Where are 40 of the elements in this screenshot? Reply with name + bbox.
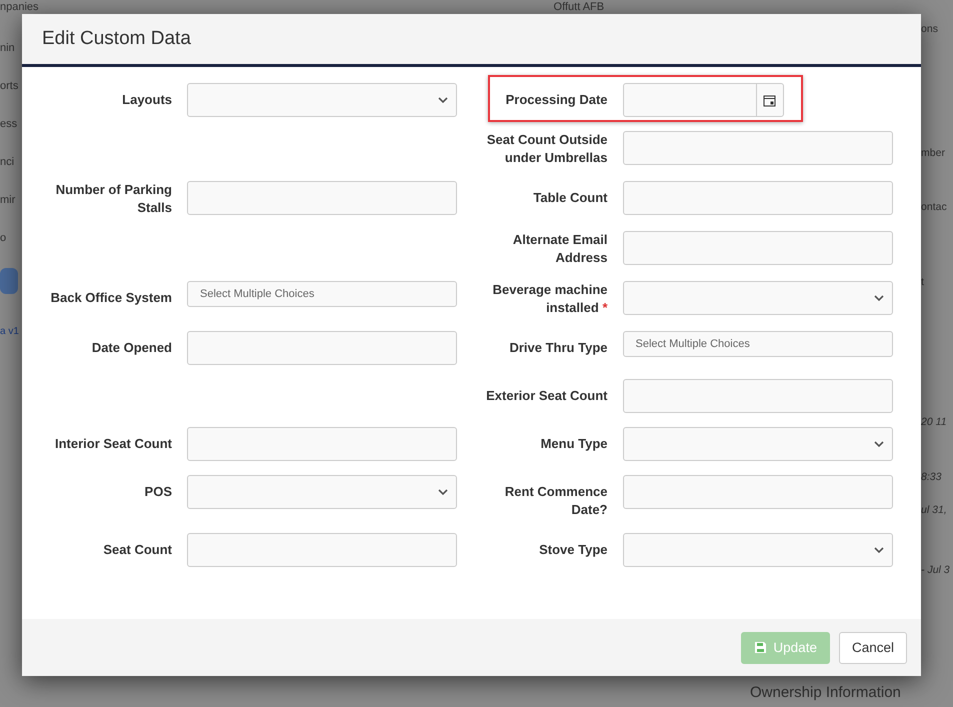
sidebar-item[interactable]: nin	[0, 40, 22, 56]
field-label: Processing Date	[504, 91, 608, 109]
sidebar-item[interactable]: o	[0, 230, 22, 246]
panel-text: mber	[921, 146, 946, 160]
panel-text: t	[921, 275, 925, 289]
panel-text: - Jul 3	[921, 563, 951, 577]
field-label: Table Count	[532, 189, 608, 207]
field-label: Layouts	[121, 91, 172, 109]
section-heading: Ownership Information	[750, 684, 902, 701]
field-label: Seat Count Outside under Umbrellas	[486, 131, 608, 167]
field-label: POS	[144, 483, 172, 501]
panel-text: 8:33	[921, 470, 942, 484]
multi-select[interactable]: Select Multiple Choices	[187, 281, 457, 307]
multi-select[interactable]: Select Multiple Choices	[622, 331, 892, 357]
dialog-title: Edit Custom Data	[42, 28, 191, 50]
sidebar-item[interactable]: mir	[0, 192, 22, 208]
sidebar-item[interactable]: nci	[0, 154, 22, 170]
field-label: Interior Seat Count	[54, 435, 172, 453]
field-label: Stove Type	[538, 541, 608, 559]
panel-text: ontac	[921, 200, 948, 214]
version-text: a v1	[0, 326, 20, 337]
field-label: Beverage machine installed *	[492, 281, 608, 317]
field-label: Drive Thru Type	[508, 339, 608, 357]
cancel-button[interactable]: Cancel	[838, 632, 907, 664]
field-label: Exterior Seat Count	[485, 387, 608, 405]
field-label: Date Opened	[90, 339, 172, 357]
field-label: Alternate Email Address	[512, 231, 608, 267]
sidebar-item[interactable]: ess	[0, 116, 22, 132]
field-label: Number of Parking Stalls	[54, 181, 172, 217]
sidebar-item[interactable]: orts	[0, 78, 22, 94]
required-mark: *	[602, 300, 608, 315]
sidebar-item[interactable]: npanies	[0, 0, 39, 15]
field-label: Rent Commence Date?	[504, 483, 608, 519]
panel-text: ons	[921, 22, 939, 36]
field-label: Seat Count	[102, 541, 172, 559]
panel-text: ul 31,	[921, 503, 948, 517]
field-label: Back Office System	[50, 289, 172, 307]
panel-text: 20 11	[921, 415, 948, 429]
field-label: Menu Type	[540, 435, 608, 453]
location-label: Offutt AFB	[554, 1, 604, 13]
